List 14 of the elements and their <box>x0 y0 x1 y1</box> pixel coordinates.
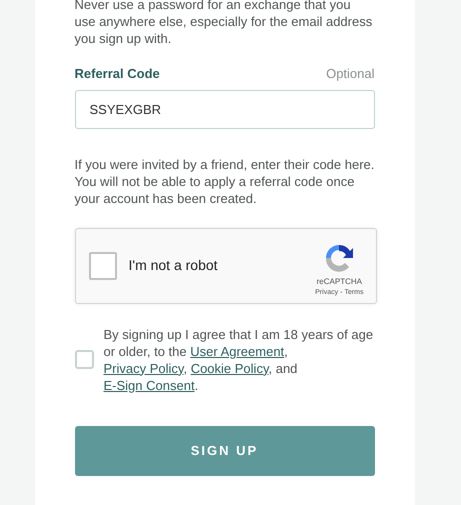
agreement-text: By signing up I agree that I am 18 years of age or older, to the User Agreement, Privacy Policy, Cookie Policy, and E-Sign Consent. <box>104 326 374 394</box>
field-label: Referral Code <box>74 65 160 83</box>
referral-code-field[interactable]: SSYEXGBR <box>74 90 374 128</box>
policy-link[interactable]: Cookie Policy <box>190 360 268 376</box>
optional-hint: Optional <box>326 65 374 83</box>
captcha-checkbox[interactable] <box>88 252 116 280</box>
captcha-label: I'm not a robot <box>128 256 219 275</box>
policy-link[interactable]: Privacy Policy <box>104 360 184 376</box>
agreement-checkbox[interactable] <box>74 350 94 369</box>
policy-link[interactable]: User Agreement <box>190 344 284 358</box>
recaptcha-brand: reCAPTCHA <box>316 276 362 288</box>
referral-help-text: If you were invited by a friend, enter their code here. You will not be able to apply a referral code once your account has been created. <box>74 156 374 206</box>
recaptcha-logo-icon <box>323 242 356 274</box>
policy-link[interactable]: E-Sign Consent <box>104 378 195 392</box>
